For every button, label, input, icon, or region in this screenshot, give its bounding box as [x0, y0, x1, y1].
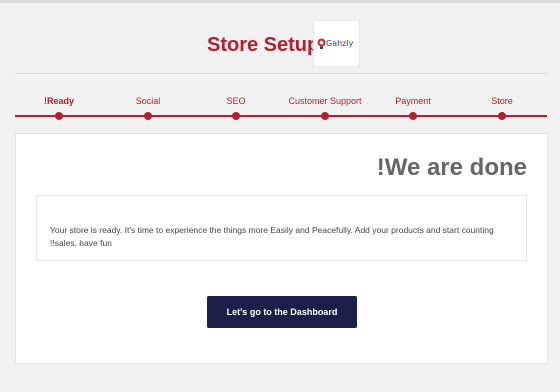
step-dot-seo	[232, 112, 240, 120]
logo-wordmark: Gahzly	[326, 39, 354, 48]
message-box: Your store is ready. It's time to experi…	[36, 195, 527, 261]
step-dot-payment	[409, 112, 417, 120]
page-title: Store Setup	[207, 34, 320, 56]
step-payment[interactable]: Payment	[395, 96, 431, 106]
go-to-dashboard-button[interactable]: Let's go to the Dashboard	[207, 296, 357, 328]
step-dot-ready	[55, 112, 63, 120]
step-ready[interactable]: !Ready	[44, 96, 74, 106]
step-seo[interactable]: SEO	[226, 96, 245, 106]
completion-message: Your store is ready. It's time to experi…	[50, 225, 494, 248]
step-customer-support[interactable]: Customer Support	[288, 96, 361, 106]
step-store[interactable]: Store	[491, 96, 513, 106]
top-border	[0, 0, 560, 3]
step-dot-store	[498, 112, 506, 120]
setup-steps: !Ready Social SEO Customer Support Payme…	[15, 94, 547, 124]
page-header: Store Setup Gahzly	[0, 18, 560, 68]
bulb-logo-icon	[317, 38, 326, 49]
header-divider	[15, 73, 547, 74]
step-dot-social	[144, 112, 152, 120]
steps-progress-line	[15, 115, 547, 117]
step-dot-customer-support	[321, 112, 329, 120]
step-social[interactable]: Social	[136, 96, 161, 106]
completion-card: !We are done Your store is ready. It's t…	[15, 133, 548, 364]
store-logo: Gahzly	[313, 20, 360, 67]
completion-title: !We are done	[376, 154, 527, 181]
